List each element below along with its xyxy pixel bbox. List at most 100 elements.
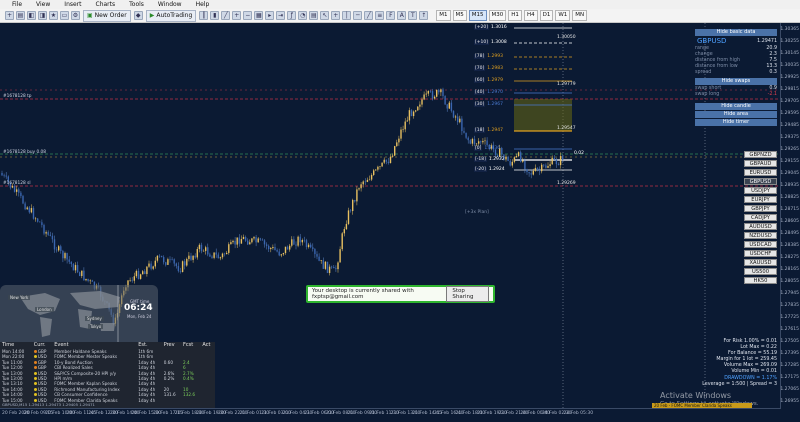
timeframe-m1[interactable]: M1 — [436, 10, 451, 21]
pair-button-eurjpy[interactable]: EURJPY — [744, 196, 777, 203]
menu-item-view[interactable]: View — [34, 1, 52, 8]
profiles-icon[interactable]: ▤ — [16, 11, 25, 20]
candle-body — [417, 106, 419, 111]
candle-body — [320, 260, 322, 261]
pair-button-eurusd[interactable]: EURUSD — [744, 169, 777, 176]
candle-body — [60, 246, 62, 251]
candle-body — [13, 185, 16, 192]
text-icon[interactable]: A — [397, 11, 407, 20]
candle-body — [152, 266, 154, 269]
pair-button-usdcad[interactable]: USDCAD — [744, 241, 777, 248]
menu-item-tools[interactable]: Tools — [127, 1, 146, 8]
arrows-icon[interactable]: ↑ — [419, 11, 429, 20]
candle-body — [450, 102, 453, 111]
stop-sharing-button[interactable]: Stop Sharing — [446, 286, 489, 302]
zoom-in-icon[interactable]: + — [232, 11, 242, 20]
pair-button-gbpaud[interactable]: GBPAUD — [744, 160, 777, 167]
zoom-out-icon[interactable]: − — [243, 11, 253, 20]
periods-icon[interactable]: ◔ — [298, 11, 308, 20]
crosshair-icon[interactable]: + — [331, 11, 341, 20]
timeframe-h4[interactable]: H4 — [523, 10, 538, 21]
gmt-clock: 06:24 — [124, 303, 153, 313]
navigator-icon[interactable]: ★ — [49, 11, 58, 20]
candle-body — [167, 259, 169, 265]
bar-chart-icon[interactable]: ┃ — [199, 11, 209, 20]
candle-body — [532, 170, 534, 175]
pair-button-gbpusd[interactable]: GBPUSD — [744, 178, 777, 185]
currency-dot — [33, 360, 37, 364]
candle-body — [379, 166, 381, 167]
currency-code: USD — [37, 386, 47, 392]
label-icon[interactable]: T — [408, 11, 418, 20]
channel-icon[interactable]: ≡ — [375, 11, 385, 20]
pair-button-audusd[interactable]: AUDUSD — [744, 223, 777, 230]
pair-button-hk50[interactable]: HK50 — [744, 277, 777, 284]
pair-button-usdjpy[interactable]: USDJPY — [744, 187, 777, 194]
fib-right-price: 1.29779 — [557, 82, 576, 87]
hide-area-button[interactable]: Hide area — [695, 111, 777, 118]
menu-item-file[interactable]: File — [10, 1, 24, 8]
pair-button-gbpjpy[interactable]: GBPJPY — [744, 205, 777, 212]
timeframe-m15[interactable]: M15 — [468, 10, 487, 21]
terminal-icon[interactable]: ▭ — [60, 11, 69, 20]
candle-body — [280, 254, 282, 256]
candle-body — [515, 156, 518, 158]
pair-button-us500[interactable]: US500 — [744, 268, 777, 275]
fib-level-price: 1.2936 — [484, 146, 501, 151]
trendline-icon[interactable]: ╱ — [364, 11, 374, 20]
price-tick: 1.28495 — [780, 231, 799, 236]
horizontal-line-icon[interactable]: ─ — [353, 11, 363, 20]
candle-body — [360, 184, 362, 189]
hide-basic-button[interactable]: Hide basic data — [695, 29, 777, 36]
candle-body — [236, 237, 238, 245]
timeframe-mn[interactable]: MN — [572, 10, 588, 21]
vertical-line-icon[interactable]: │ — [342, 11, 352, 20]
news-cell — [200, 398, 215, 403]
autotrading-button[interactable]: ▶ AutoTrading — [145, 9, 197, 22]
currency-code: USD — [37, 381, 47, 387]
menu-item-charts[interactable]: Charts — [94, 1, 118, 8]
menu-item-help[interactable]: Help — [194, 1, 212, 8]
hide-timer-button[interactable]: Hide timer — [695, 119, 777, 126]
new-chart-icon[interactable]: + — [5, 11, 14, 20]
line-chart-icon[interactable]: ╱ — [221, 11, 231, 20]
candle-body — [520, 152, 522, 162]
fibo-icon[interactable]: F — [386, 11, 396, 20]
market-watch-icon[interactable]: ◧ — [27, 11, 36, 20]
menu-item-insert[interactable]: Insert — [62, 1, 83, 8]
autoscroll-icon[interactable]: ▸ — [265, 11, 275, 20]
chart-shift-icon[interactable]: ⇥ — [276, 11, 286, 20]
hide-swaps-button[interactable]: Hide swaps — [695, 78, 777, 85]
timeframe-m5[interactable]: M5 — [452, 10, 467, 21]
menu-item-window[interactable]: Window — [156, 1, 184, 8]
fib-level-tag: [-20] — [474, 167, 487, 172]
candle-body — [11, 185, 14, 188]
news-header: Prev — [163, 341, 175, 348]
pair-button-gbpnzd[interactable]: GBPNZD — [744, 151, 777, 158]
candle-body — [404, 121, 406, 130]
cursor-icon[interactable]: ↖ — [320, 11, 330, 20]
fib-right-price: 1.29269 — [557, 181, 576, 186]
candle-body — [333, 266, 335, 269]
timeframe-d1[interactable]: D1 — [539, 10, 554, 21]
metaeditor-icon[interactable]: ◆ — [133, 11, 143, 20]
new-order-button[interactable]: ▣ New Order — [83, 9, 131, 22]
timeframe-h1[interactable]: H1 — [508, 10, 522, 21]
tester-icon[interactable]: ⚙ — [71, 11, 80, 20]
pair-button-usdchf[interactable]: USDCHF — [744, 250, 777, 257]
pair-button-cadjpy[interactable]: CADJPY — [744, 214, 777, 221]
pair-button-nzdusd[interactable]: NZDUSD — [744, 232, 777, 239]
data-window-icon[interactable]: ◨ — [38, 11, 47, 20]
pair-button-xauusd[interactable]: XAUUSD — [744, 259, 777, 266]
candle-body — [186, 258, 188, 266]
indicators-icon[interactable]: ƒ — [287, 11, 297, 20]
tp-label: #1678128 tp — [3, 94, 32, 99]
templates-icon[interactable]: ▤ — [309, 11, 319, 20]
candlestick-icon[interactable]: ▮ — [210, 11, 220, 20]
price-tick: 1.28825 — [780, 195, 799, 200]
timeframe-m30[interactable]: M30 — [488, 10, 507, 21]
timeframe-w1[interactable]: W1 — [555, 10, 571, 21]
tile-icon[interactable]: ▦ — [254, 11, 264, 20]
hide-candle-button[interactable]: Hide candle — [695, 103, 777, 110]
candle-body — [74, 265, 77, 271]
